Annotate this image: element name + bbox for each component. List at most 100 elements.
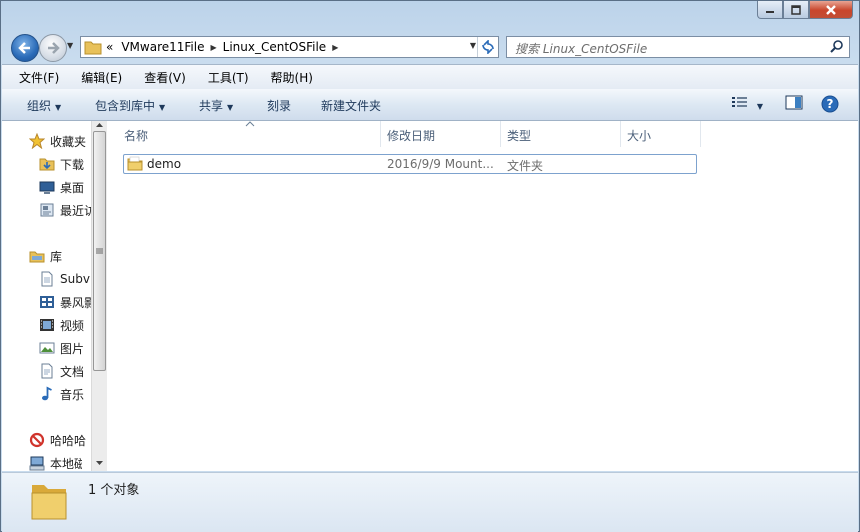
refresh-button[interactable]	[477, 37, 498, 57]
view-list-icon	[732, 97, 747, 107]
breadcrumb-separator-icon[interactable]: ▶	[330, 43, 340, 52]
scrollbar-thumb[interactable]	[93, 131, 106, 371]
nav-item-label: 图片	[60, 341, 85, 356]
new-folder-button[interactable]: 新建文件夹	[321, 97, 381, 114]
details-pane: 1 个对象	[2, 472, 858, 532]
nav-item-label: 下载	[60, 157, 85, 172]
share-label: 共享	[199, 99, 224, 113]
share-button[interactable]: 共享 ▼	[199, 97, 233, 114]
scroll-down-icon[interactable]	[93, 459, 106, 467]
nav-computer-label: 本地磁	[50, 456, 82, 471]
menu-view[interactable]: 查看(V)	[127, 69, 191, 86]
navigation-scrollbar[interactable]	[91, 121, 107, 471]
help-button[interactable]: ?	[821, 95, 839, 116]
film-icon	[40, 319, 54, 331]
scroll-up-icon[interactable]	[93, 121, 106, 129]
file-type: 文件夹	[507, 159, 544, 173]
refresh-icon	[482, 40, 494, 54]
burn-button[interactable]: 刻录	[267, 97, 291, 114]
blocked-icon	[29, 432, 45, 448]
column-divider[interactable]	[500, 121, 501, 147]
breadcrumb-vmware11file[interactable]: VMware11File	[117, 40, 208, 54]
include-library-label: 包含到库中	[95, 99, 156, 113]
nav-item-music[interactable]: 音乐	[2, 383, 92, 405]
maximize-icon	[791, 4, 801, 15]
address-dropdown-icon[interactable]: ▼	[470, 41, 476, 50]
file-date: 2016/9/9 Mount...	[387, 157, 494, 171]
nav-item-label: 文档	[60, 364, 85, 379]
organize-button[interactable]: 组织 ▼	[27, 97, 61, 114]
nav-item-recent-places[interactable]: 最近访	[2, 199, 92, 221]
star-icon	[29, 133, 45, 149]
nav-item-pictures[interactable]: 图片	[2, 337, 92, 359]
breadcrumb-separator-icon[interactable]: ▶	[208, 43, 218, 52]
nav-item-baofeng[interactable]: 暴风影	[2, 291, 92, 313]
view-options-button[interactable]: ▼	[731, 95, 763, 112]
file-row[interactable]: demo 2016/9/9 Mount... 文件夹	[123, 154, 697, 174]
column-header-type[interactable]: 类型	[507, 127, 531, 144]
folder-icon	[127, 156, 143, 171]
back-arrow-icon	[18, 42, 30, 54]
maximize-button[interactable]	[783, 1, 809, 19]
menu-edit[interactable]: 编辑(E)	[64, 69, 127, 86]
column-divider[interactable]	[620, 121, 621, 147]
file-name: demo	[147, 157, 182, 171]
address-bar[interactable]: « VMware11File ▶ Linux_CentOSFile ▶ ▼	[80, 36, 499, 58]
nav-item-videos[interactable]: 视频	[2, 314, 92, 336]
menu-file[interactable]: 文件(F)	[2, 69, 64, 86]
sort-ascending-icon	[245, 121, 255, 127]
chevron-down-icon: ▼	[159, 103, 166, 112]
close-button[interactable]	[809, 1, 853, 19]
close-icon	[826, 4, 836, 15]
video-library-icon	[40, 296, 54, 308]
recent-pages-dropdown[interactable]: ▼	[67, 41, 77, 51]
nav-item-subversion[interactable]: Subv	[2, 268, 92, 290]
nav-homegroup[interactable]: 哈哈哈	[2, 429, 92, 451]
grip-icon	[96, 248, 103, 254]
forward-button[interactable]	[39, 34, 67, 62]
nav-item-label: 暴风影	[60, 295, 92, 310]
organize-label: 组织	[27, 99, 52, 113]
breadcrumb-linux-centosfile[interactable]: Linux_CentOSFile	[219, 40, 331, 54]
nav-computer[interactable]: 本地磁	[0, 452, 82, 474]
nav-favorites[interactable]: 收藏夹	[2, 130, 92, 152]
recent-places-icon	[40, 203, 54, 217]
column-header-size[interactable]: 大小	[627, 127, 651, 144]
column-header-date[interactable]: 修改日期	[387, 127, 435, 144]
document-icon	[41, 363, 53, 379]
nav-item-label: 桌面	[60, 180, 85, 195]
nav-item-label: 最近访	[60, 203, 92, 218]
menu-help[interactable]: 帮助(H)	[254, 69, 318, 86]
nav-item-documents[interactable]: 文档	[2, 360, 92, 382]
chevron-down-icon: ▼	[227, 103, 234, 112]
nav-item-label: 视频	[60, 318, 85, 333]
nav-libraries[interactable]: 库	[2, 245, 92, 267]
preview-pane-button[interactable]	[785, 95, 803, 114]
nav-item-desktop[interactable]: 桌面	[2, 176, 92, 198]
library-icon	[29, 251, 45, 263]
caption-buttons	[757, 1, 853, 19]
include-in-library-button[interactable]: 包含到库中 ▼	[95, 97, 165, 114]
command-bar: 组织 ▼ 包含到库中 ▼ 共享 ▼ 刻录 新建文件夹 ▼ ?	[2, 89, 858, 121]
nav-item-downloads[interactable]: 下载	[2, 153, 92, 175]
svg-text:?: ?	[827, 97, 834, 111]
nav-item-label: 音乐	[60, 387, 85, 402]
nav-libraries-label: 库	[50, 249, 63, 264]
help-icon: ?	[821, 95, 839, 113]
search-input[interactable]: 搜索 Linux_CentOSFile	[506, 36, 850, 58]
breadcrumb-overflow[interactable]: «	[102, 40, 117, 54]
file-list: 名称 修改日期 类型 大小 demo 2016/9/9 Mount... 文件夹	[107, 121, 858, 471]
menu-bar: 文件(F) 编辑(E) 查看(V) 工具(T) 帮助(H)	[2, 64, 858, 90]
nav-item-label: Subv	[60, 272, 90, 286]
menu-tools[interactable]: 工具(T)	[191, 69, 254, 86]
back-button[interactable]	[11, 34, 39, 62]
column-divider[interactable]	[380, 121, 381, 147]
column-header-name[interactable]: 名称	[124, 127, 148, 144]
minimize-icon	[766, 10, 774, 13]
minimize-button[interactable]	[757, 1, 783, 19]
search-icon[interactable]	[829, 39, 845, 55]
large-folder-icon	[31, 485, 67, 520]
column-divider[interactable]	[700, 121, 701, 147]
chevron-down-icon: ▼	[55, 103, 62, 112]
folder-icon	[84, 41, 102, 55]
